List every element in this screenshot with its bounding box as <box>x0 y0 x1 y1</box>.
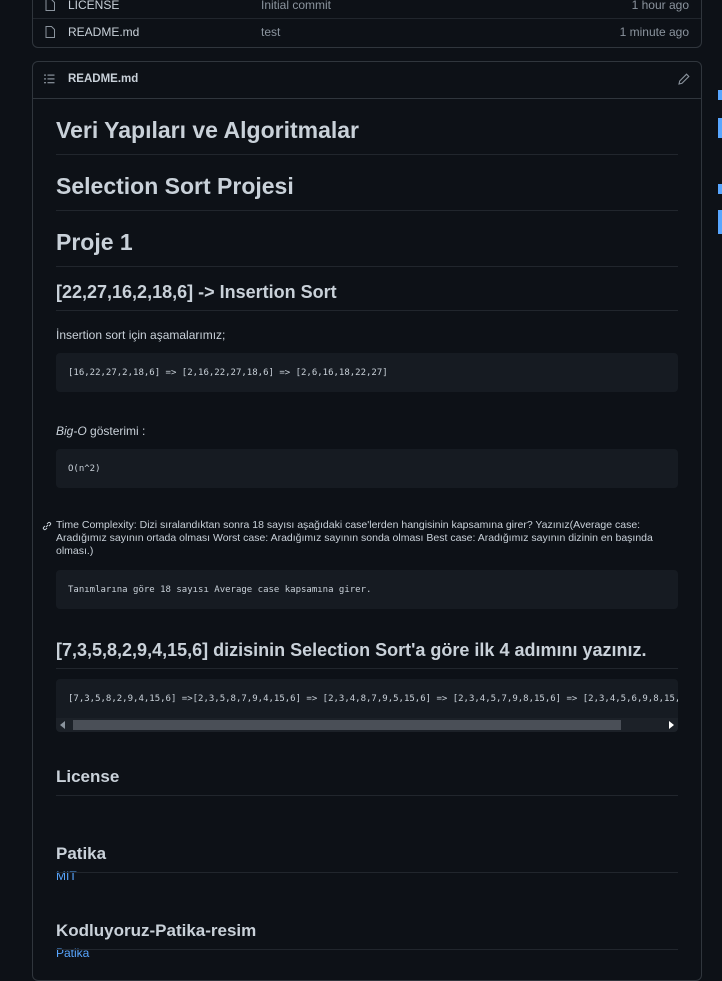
code-block-bigo: O(n^2) <box>56 449 678 488</box>
scroll-left-icon[interactable] <box>60 721 65 729</box>
sidebar-edge-marker <box>718 184 722 194</box>
bigo-paragraph: Big-O gösterimi : <box>56 424 678 438</box>
heading-license: License <box>56 759 678 796</box>
heading-selection-steps: [7,3,5,8,2,9,4,15,6] dizisinin Selection… <box>56 632 678 669</box>
file-icon <box>45 26 55 38</box>
complexity-text: Time Complexity: Dizi sıralandıktan sonr… <box>56 519 653 557</box>
steps-paragraph: İnsertion sort için aşamalarımız; <box>56 328 226 342</box>
pencil-icon[interactable] <box>678 73 690 85</box>
complexity-paragraph: Time Complexity: Dizi sıralandıktan sonr… <box>42 519 678 558</box>
heading-patika: Patika <box>56 836 678 873</box>
heading-veri-yapilari: Veri Yapıları ve Algoritmalar <box>56 106 678 155</box>
heading-selection-sort-projesi: Selection Sort Projesi <box>56 162 678 211</box>
commit-message[interactable]: Initial commit <box>261 0 331 12</box>
heading-kodluyoruz-resim: Kodluyoruz-Patika-resim <box>56 913 678 950</box>
file-list: LICENSE Initial commit 1 hour ago README… <box>32 0 702 48</box>
code-block-selection: [7,3,5,8,2,9,4,15,6] =>[2,3,5,8,7,9,4,15… <box>56 679 678 718</box>
sidebar-edge-marker <box>718 210 722 234</box>
commit-age: 1 minute ago <box>619 25 689 39</box>
bigo-emphasis: Big-O <box>56 424 87 438</box>
list-icon[interactable] <box>44 74 55 84</box>
readme-header: README.md <box>33 62 701 99</box>
heading-insertion-sort: [22,27,16,2,18,6] -> Insertion Sort <box>56 274 678 311</box>
scroll-right-icon[interactable] <box>669 721 674 729</box>
sidebar-edge-marker <box>718 90 722 100</box>
readme-panel: README.md Veri Yapıları ve Algoritmalar … <box>32 61 702 981</box>
commit-message[interactable]: test <box>261 25 280 39</box>
readme-title: README.md <box>68 73 139 85</box>
file-name[interactable]: LICENSE <box>68 0 119 12</box>
code-block-complexity: Tanımlarına göre 18 sayısı Average case … <box>56 570 678 609</box>
link-icon[interactable] <box>42 521 52 531</box>
code-block-steps: [16,22,27,2,18,6] => [2,16,22,27,18,6] =… <box>56 353 678 392</box>
scroll-thumb[interactable] <box>73 720 621 730</box>
heading-proje-1: Proje 1 <box>56 218 678 267</box>
code-scrollbar[interactable] <box>56 718 678 732</box>
file-icon <box>45 0 55 11</box>
bigo-text: gösterimi : <box>86 424 146 438</box>
commit-age: 1 hour ago <box>631 0 689 12</box>
file-row-license[interactable]: LICENSE Initial commit 1 hour ago <box>33 0 701 18</box>
sidebar-edge-marker <box>718 118 722 138</box>
file-name[interactable]: README.md <box>68 25 139 39</box>
file-row-readme[interactable]: README.md test 1 minute ago <box>33 18 701 45</box>
